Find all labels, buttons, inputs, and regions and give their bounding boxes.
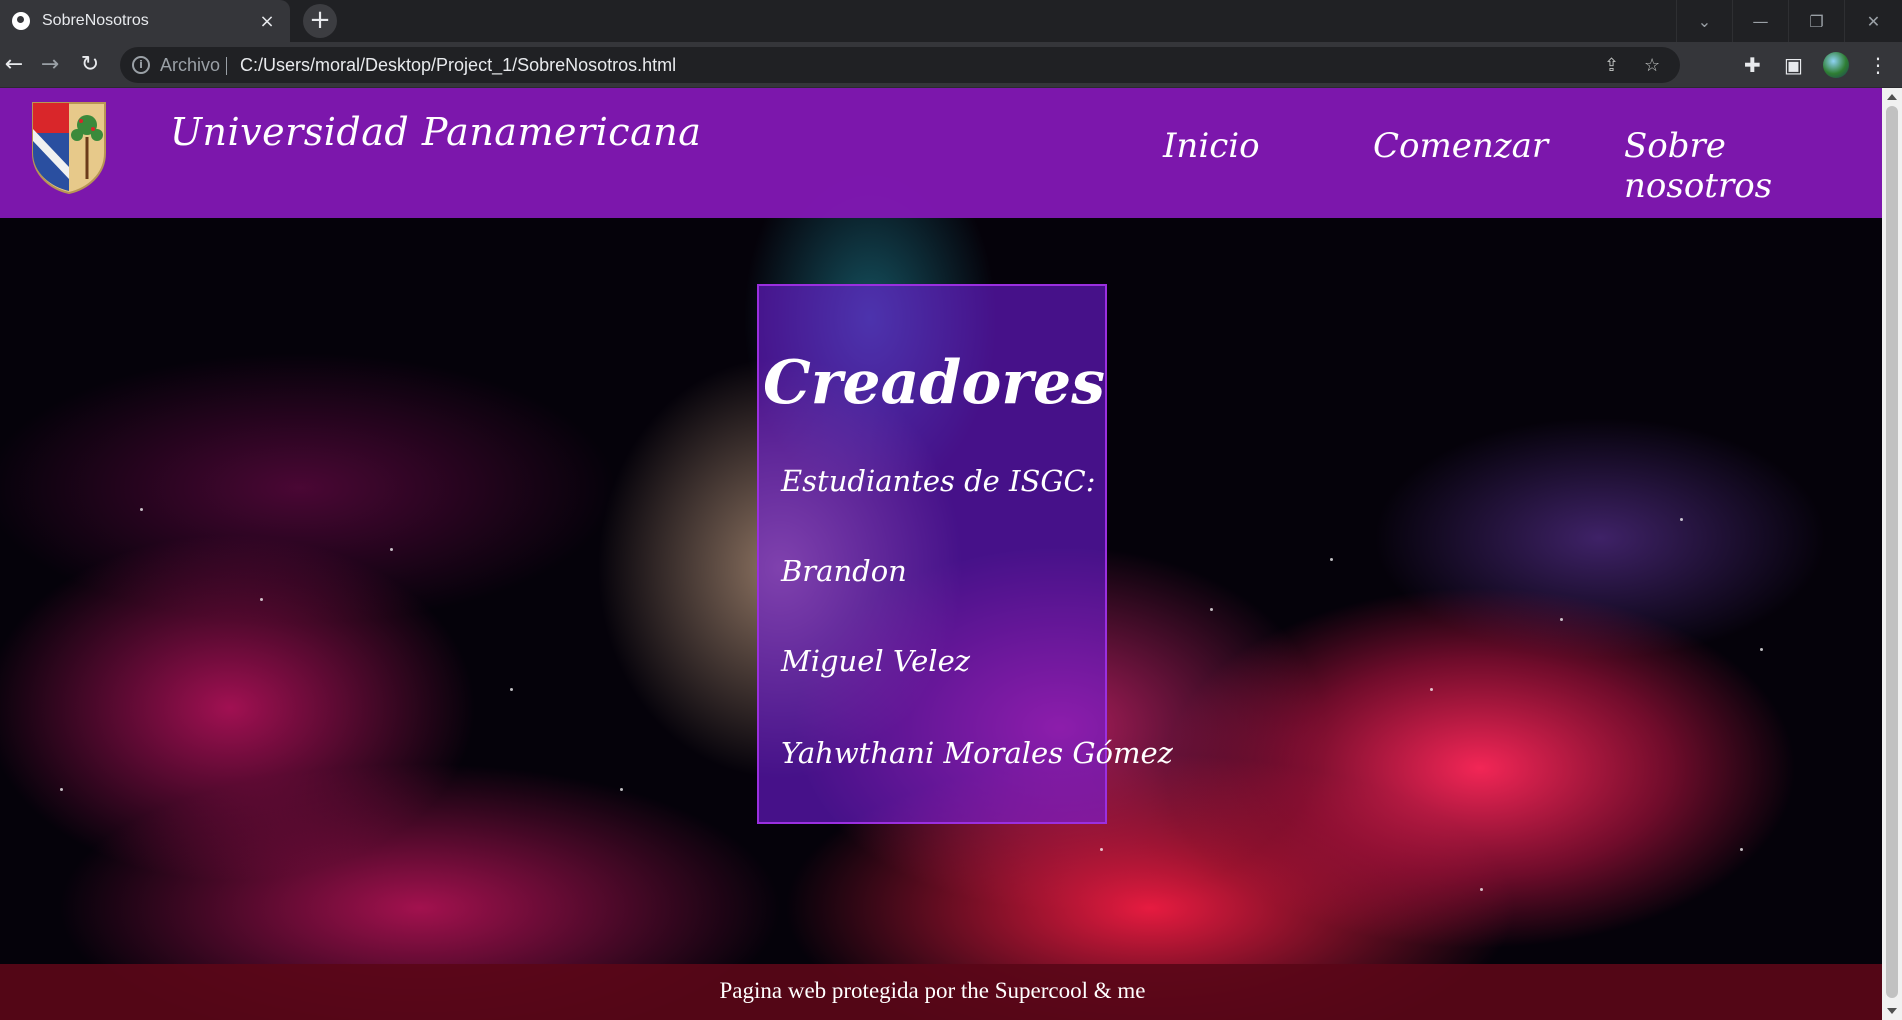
- address-url[interactable]: C:/Users/moral/Desktop/Project_1/SobreNo…: [240, 55, 676, 76]
- page-scrollbar[interactable]: [1882, 88, 1902, 1020]
- profile-avatar[interactable]: [1823, 52, 1849, 78]
- scrollbar-thumb[interactable]: [1886, 106, 1898, 998]
- site-header: Universidad Panamericana Inicio Comenzar…: [0, 88, 1882, 218]
- info-icon[interactable]: i: [132, 56, 150, 74]
- back-arrow-icon[interactable]: ←: [0, 51, 28, 79]
- site-footer: Pagina web protegida por the Supercool &…: [0, 964, 1882, 1020]
- globe-icon: [12, 12, 30, 30]
- browser-tab[interactable]: SobreNosotros ×: [0, 0, 290, 42]
- scroll-up-icon[interactable]: [1887, 94, 1897, 100]
- university-crest-logo: [32, 102, 106, 195]
- address-scheme: Archivo: [160, 55, 221, 75]
- tab-strip: SobreNosotros × + ⌄ — ❐ ✕: [0, 0, 1902, 42]
- tab-title: SobreNosotros: [42, 12, 149, 29]
- browser-toolbar: ← → ↻ i Archivo C:/Users/moral/Desktop/P…: [0, 42, 1902, 88]
- creator-name: Brandon: [781, 554, 907, 588]
- site-brand[interactable]: Universidad Panamericana: [170, 110, 701, 154]
- creators-heading: Creadores: [763, 348, 1105, 418]
- address-divider: [226, 57, 227, 75]
- forward-arrow-icon[interactable]: →: [36, 51, 64, 79]
- chevron-down-icon[interactable]: ⌄: [1676, 0, 1732, 42]
- nav-link-comenzar[interactable]: Comenzar: [1373, 126, 1548, 166]
- new-tab-button[interactable]: +: [303, 4, 337, 38]
- kebab-menu-icon[interactable]: ⋮: [1868, 53, 1888, 77]
- restore-icon[interactable]: ❐: [1788, 0, 1844, 42]
- address-bar[interactable]: i Archivo C:/Users/moral/Desktop/Project…: [120, 47, 1680, 83]
- footer-text: Pagina web protegida por the Supercool &…: [719, 978, 1146, 1003]
- page-viewport: Universidad Panamericana Inicio Comenzar…: [0, 88, 1882, 1020]
- creators-subtitle: Estudiantes de ISGC:: [781, 464, 1096, 498]
- minimize-icon[interactable]: —: [1732, 0, 1788, 42]
- sidepanel-icon[interactable]: ▣: [1784, 53, 1803, 77]
- nav-link-inicio[interactable]: Inicio: [1163, 126, 1260, 166]
- creators-card: Creadores Estudiantes de ISGC: Brandon M…: [757, 284, 1173, 824]
- creator-name: Yahwthani Morales Gómez: [781, 736, 1173, 770]
- creator-name: Miguel Velez: [781, 644, 971, 678]
- reload-icon[interactable]: ↻: [76, 51, 104, 79]
- star-icon[interactable]: ☆: [1644, 55, 1660, 76]
- share-icon[interactable]: ⇪: [1604, 55, 1619, 76]
- nav-link-sobre-nosotros[interactable]: Sobre nosotros: [1624, 126, 1882, 206]
- scroll-down-icon[interactable]: [1887, 1008, 1897, 1014]
- close-icon[interactable]: ×: [256, 11, 278, 32]
- puzzle-icon[interactable]: ✚: [1744, 53, 1761, 77]
- window-close-icon[interactable]: ✕: [1844, 0, 1902, 42]
